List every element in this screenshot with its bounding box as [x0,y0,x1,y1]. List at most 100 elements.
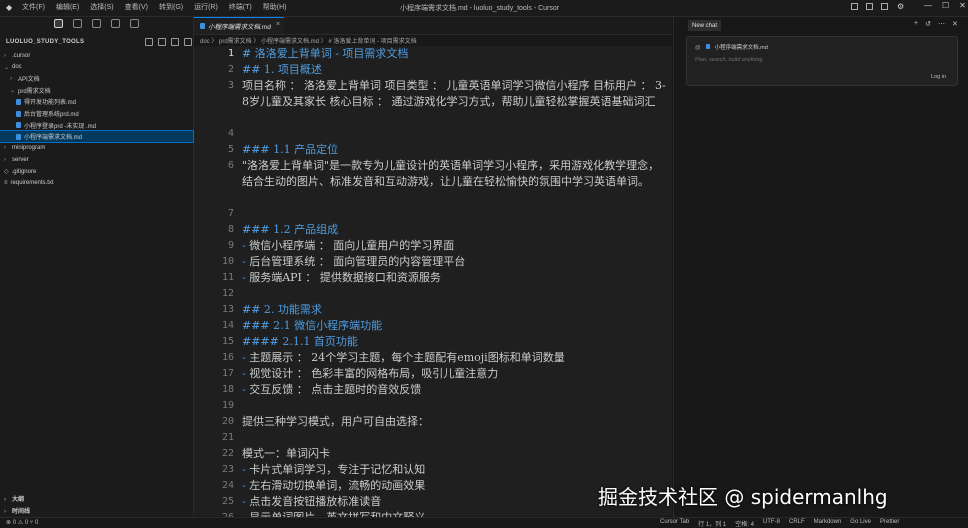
chevron-right-icon: › [4,156,6,163]
line-number: 6 [227,160,234,171]
line-number: 3 [227,80,234,91]
outline-section[interactable]: › 大纲 [4,494,24,503]
tree-item[interactable]: ≡ requirements.txt [0,178,193,189]
menu-run[interactable]: 运行(R) [194,2,218,12]
editor-line[interactable]: "洛洛爱上背单词"是一款专为儿童设计的英语单词学习小程序，采用游戏化教学理念，结… [242,158,667,190]
explorer-sidebar: LUOLUO_STUDY_TOOLS › .cursor ⌄ doc › API文档 ⌄ pr… [0,17,194,517]
editor-line[interactable]: ## 2. 功能需求 [242,302,667,318]
line-number: 19 [221,400,234,411]
editor-line[interactable]: #### 2.1.1 首页功能 [242,334,667,350]
tree-item[interactable]: ◇ .gitignore [0,166,193,177]
chat-input-box[interactable]: @ 小程序端需求文档.md Plan, search, build anythi… [686,36,958,86]
chat-tab[interactable]: New chat [688,20,722,31]
title-bar: ◆ 文件(F) 编辑(E) 选择(S) 查看(V) 转到(G) 运行(R) 终端… [0,0,968,17]
search-icon[interactable] [73,19,82,28]
editor-line[interactable]: ### 1.2 产品组成 [242,222,667,238]
editor-line[interactable]: 提供三种学习模式，用户可自由选择： [242,414,667,430]
refresh-icon[interactable] [171,38,179,46]
line-number: 7 [227,208,234,219]
close-panel-icon[interactable]: ✕ [952,20,958,28]
new-file-icon[interactable] [145,38,153,46]
more-icon[interactable]: ⋯ [938,20,945,28]
editor-line[interactable]: - 服务端API ： 提供数据接口和资源服务 [242,270,667,286]
tab-active-file[interactable]: 小程序端需求文档.md [194,17,284,34]
chat-actions: + ↺ ⋯ ✕ [914,20,958,28]
editor-line[interactable]: ### 2.1 微信小程序端功能 [242,318,667,334]
breadcrumb[interactable]: doc 〉 prd需求文档 〉 小程序端需求文档.md 〉 # 洛洛爱上背单词 … [200,36,417,46]
editor-line[interactable]: 项目名称 ： 洛洛爱上背单词 项目类型 ： 儿童英语单词学习微信小程序 目标用户… [242,78,667,110]
new-folder-icon[interactable] [158,38,166,46]
editor-line[interactable]: - 视觉设计 ： 色彩丰富的网格布局，吸引儿童注意力 [242,366,667,382]
tree-item-label: requirements.txt [10,180,54,187]
tree-item[interactable]: 得开发功能列表.md [0,96,193,107]
maximize-icon[interactable]: ☐ [942,1,949,10]
markdown-file-icon [16,98,21,105]
tree-item-label: .gitignore [11,168,37,175]
line-number: 24 [221,480,234,491]
menu-selection[interactable]: 选择(S) [90,2,113,12]
toggle-sidebar-icon[interactable] [851,3,858,10]
tree-item[interactable]: ⌄ prd需求文档 [0,85,193,96]
editor-line[interactable]: - 交互反馈 ： 点击主题时的音效反馈 [242,382,667,398]
editor-scrollbar[interactable] [666,46,672,516]
line-number: 14 [221,320,234,331]
tree-item-label: .cursor [12,52,31,59]
context-file-chip[interactable]: @ 小程序端需求文档.md [695,43,768,51]
line-number: 2 [227,64,234,75]
tree-item-label: 小程序端需求文档.md [24,135,83,142]
menu-view[interactable]: 查看(V) [125,2,148,12]
tree-item[interactable]: 小程序端需求文档.md [0,130,194,144]
timeline-section[interactable]: › 时间线 [4,506,30,515]
minimize-icon[interactable]: — [924,1,932,10]
collapse-all-icon[interactable] [184,38,192,46]
editor-line[interactable]: ## 1. 项目概述 [242,62,667,78]
history-icon[interactable]: ↺ [925,20,931,28]
line-number: 20 [221,416,234,427]
menu-terminal[interactable]: 终端(T) [229,2,252,12]
tree-item[interactable]: ⌄ doc [0,62,193,73]
editor-line[interactable]: - 微信小程序端 ： 面向儿童用户的学习界面 [242,238,667,254]
line-number: 15 [221,336,234,347]
tree-item[interactable]: › API文档 [0,73,193,84]
menu-file[interactable]: 文件(F) [22,2,45,12]
editor-line[interactable]: 模式一：单词闪卡 [242,446,667,462]
tree-item-label: miniprogram [12,145,46,152]
chevron-down-icon: ⌄ [4,64,10,71]
tree-item-label: API文档 [18,77,40,84]
chevron-right-icon: › [4,52,6,59]
settings-gear-icon[interactable]: ⚙ [897,2,904,11]
markdown-file-icon [16,110,21,117]
menu-goto[interactable]: 转到(G) [159,2,183,12]
toggle-panel-icon[interactable] [866,3,873,10]
chat-placeholder: Plan, search, build anything [695,57,763,63]
tree-item-label: doc [12,64,22,71]
markdown-editor[interactable]: 1 # 洛洛爱上背单词 - 项目需求文档 2 ## 1. 项目概述 3 项目名称 ： 洛洛… [194,46,672,524]
more-views-icon[interactable] [130,19,139,28]
problems-indicator[interactable]: ⊗ 0 ⚠ 0 ⑂ 0 [6,519,38,526]
chevron-right-icon: › [10,75,12,82]
line-number: 22 [221,448,234,459]
close-tab-icon[interactable]: × [276,21,280,28]
menu-edit[interactable]: 编辑(E) [56,2,79,12]
explorer-icon[interactable] [54,19,63,28]
editor-line[interactable]: - 后台管理系统 ： 面向管理员的内容管理平台 [242,254,667,270]
markdown-file-icon [706,44,711,49]
tree-item[interactable]: 后台管理系统prd.md [0,108,193,119]
editor-line[interactable]: ### 1.1 产品定位 [242,142,667,158]
workspace-root[interactable]: LUOLUO_STUDY_TOOLS [6,39,84,45]
tree-item[interactable]: › .cursor [0,50,193,61]
close-window-icon[interactable]: ✕ [959,1,966,10]
extensions-icon[interactable] [111,19,120,28]
toggle-aux-bar-icon[interactable] [881,3,888,10]
login-button[interactable]: Log in [931,74,946,80]
editor-line[interactable]: - 主题展示 ： 24个学习主题，每个主题配有emoji图标和单词数量 [242,350,667,366]
source-control-icon[interactable] [92,19,101,28]
editor-line[interactable]: # 洛洛爱上背单词 - 项目需求文档 [242,46,667,62]
tree-item[interactable]: › server [0,154,193,165]
tree-item[interactable]: › miniprogram [0,143,193,154]
menu-help[interactable]: 帮助(H) [263,2,287,12]
editor-line[interactable]: - 卡片式单词学习，专注于记忆和认知 [242,462,667,478]
tree-item[interactable]: 小程序登录prd -未实现 .md [0,120,193,131]
add-chat-icon[interactable]: + [914,20,918,28]
git-file-icon: ◇ [4,169,9,175]
